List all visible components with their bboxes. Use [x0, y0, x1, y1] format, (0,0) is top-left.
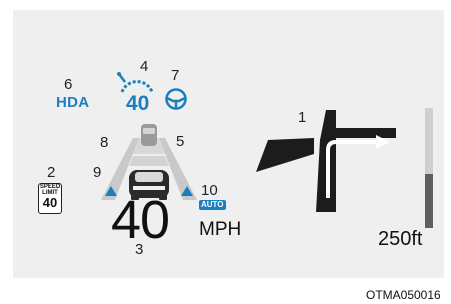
- speed-limit-value: 40: [42, 195, 58, 210]
- set-speed-value: 40: [126, 92, 150, 115]
- speed-limit-sign: SPEED LIMIT 40: [38, 183, 62, 214]
- turn-by-turn-graphic: [256, 110, 396, 212]
- callout-3: 3: [135, 241, 144, 258]
- callout-7: 7: [171, 67, 180, 84]
- callout-2: 2: [47, 164, 56, 181]
- turn-arrow-icon: [326, 135, 390, 198]
- left-road: [256, 138, 314, 172]
- callout-10: 10: [201, 182, 218, 199]
- lead-vehicle-icon: [141, 124, 157, 146]
- distance-bar-2: [129, 156, 169, 166]
- speed-unit: MPH: [199, 219, 242, 240]
- steering-wheel-icon: [165, 88, 187, 110]
- distance-bar-track: [425, 108, 433, 228]
- vehicle-speed: 40: [111, 190, 170, 250]
- hda-indicator: HDA: [56, 94, 90, 111]
- image-code: OTMA050016: [366, 288, 441, 302]
- head-up-display: 6 HDA 4 40 7 8 5 9 2 SPEED LIMIT 40 40 3…: [13, 10, 444, 278]
- turn-distance: 250ft: [378, 228, 423, 250]
- distance-bar-fill: [425, 174, 433, 228]
- auto-badge: AUTO: [199, 200, 226, 210]
- callout-6: 6: [64, 76, 73, 93]
